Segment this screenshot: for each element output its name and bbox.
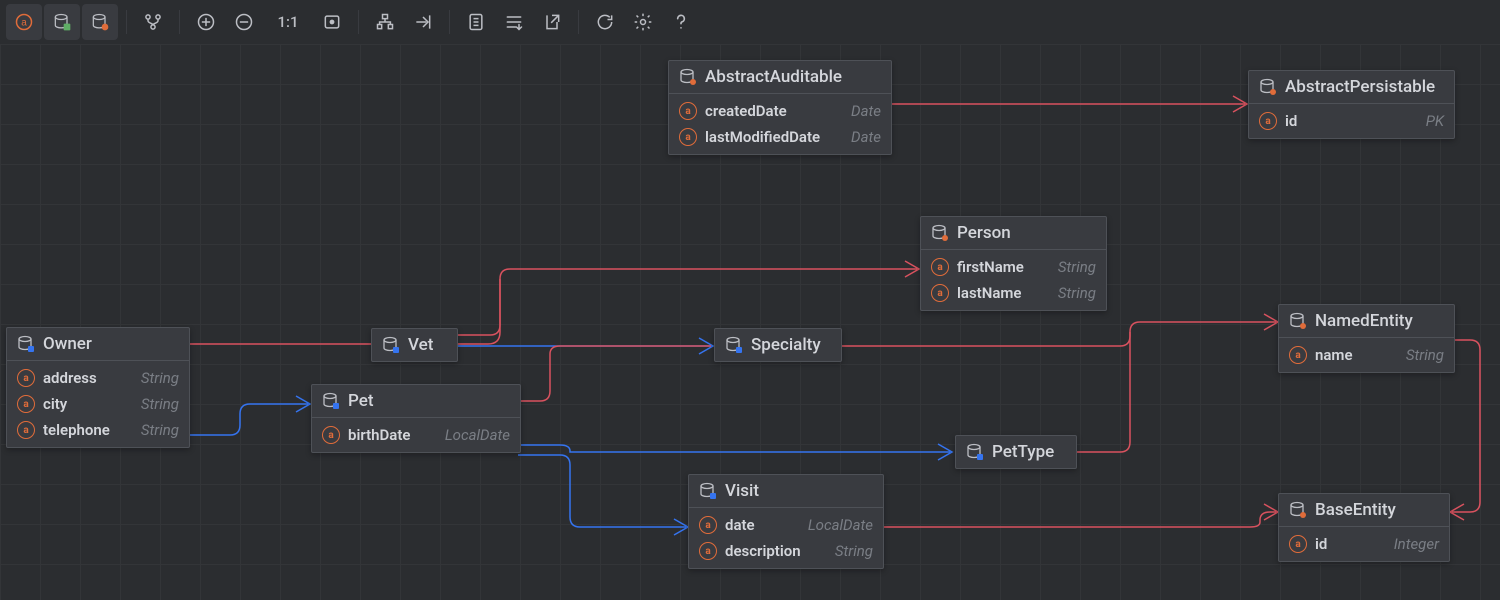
attr-row: adateLocalDate: [689, 512, 883, 538]
zoom-in-icon[interactable]: [188, 4, 224, 40]
node-named-entity[interactable]: NamedEntity anameString: [1278, 304, 1455, 373]
refresh-icon[interactable]: [587, 4, 623, 40]
node-header: Owner: [7, 328, 189, 361]
class-icon: [1289, 501, 1307, 519]
attr-row: abirthDateLocalDate: [312, 422, 520, 448]
class-icon: [1289, 312, 1307, 330]
attr-row: alastNameString: [921, 280, 1106, 306]
node-title: Person: [957, 223, 1011, 243]
fit-screen-icon[interactable]: [314, 4, 350, 40]
class-icon: [966, 443, 984, 461]
list-icon[interactable]: [496, 4, 532, 40]
layout-icon[interactable]: [367, 4, 403, 40]
key-attr-icon: a: [1289, 535, 1307, 553]
node-abstract-auditable[interactable]: AbstractAuditable acreatedDateDate alast…: [668, 60, 892, 155]
attr-icon: a: [699, 516, 717, 534]
diagram-canvas[interactable]: AbstractAuditable acreatedDateDate alast…: [0, 44, 1500, 600]
node-header: Person: [921, 217, 1106, 250]
class-icon: [679, 68, 697, 86]
node-header: AbstractPersistable: [1249, 71, 1454, 104]
node-vet[interactable]: Vet: [371, 328, 458, 362]
zoom-reset-button[interactable]: 1:1: [264, 4, 312, 40]
node-person[interactable]: Person afirstNameString alastNameString: [920, 216, 1107, 311]
node-header: Visit: [689, 475, 883, 508]
route-icon[interactable]: [405, 4, 441, 40]
separator: [179, 10, 180, 34]
toolbar: a 1:1: [0, 0, 1500, 45]
attr-icon: a: [17, 421, 35, 439]
attr-icon: a: [699, 542, 717, 560]
node-title: AbstractPersistable: [1285, 77, 1435, 97]
class-icon: [699, 482, 717, 500]
attr-icon: a: [17, 395, 35, 413]
separator: [578, 10, 579, 34]
attr-icon: a: [679, 128, 697, 146]
key-attr-icon: a: [1259, 112, 1277, 130]
node-title: NamedEntity: [1315, 311, 1413, 331]
class-icon: [1259, 78, 1277, 96]
export-icon[interactable]: [534, 4, 570, 40]
node-header: Vet: [372, 329, 457, 361]
node-title: Pet: [348, 391, 374, 411]
class-icon: [725, 336, 743, 354]
help-icon[interactable]: [663, 4, 699, 40]
separator: [358, 10, 359, 34]
attr-icon: a: [679, 102, 697, 120]
separator: [449, 10, 450, 34]
node-abstract-persistable[interactable]: AbstractPersistable aidPK: [1248, 70, 1455, 139]
node-title: Visit: [725, 481, 759, 501]
class-icon: [17, 335, 35, 353]
toolbar-a-icon[interactable]: a: [6, 4, 42, 40]
toolbar-db-green-icon[interactable]: [44, 4, 80, 40]
svg-text:a: a: [21, 17, 27, 28]
attr-row: aidInteger: [1279, 531, 1449, 557]
node-base-entity[interactable]: BaseEntity aidInteger: [1278, 493, 1450, 562]
node-header: BaseEntity: [1279, 494, 1449, 527]
node-header: Specialty: [715, 329, 841, 361]
attr-row: anameString: [1279, 342, 1454, 368]
attr-row: acityString: [7, 391, 189, 417]
node-title: BaseEntity: [1315, 500, 1396, 520]
class-icon: [322, 392, 340, 410]
node-pet[interactable]: Pet abirthDateLocalDate: [311, 384, 521, 453]
attr-icon: a: [17, 369, 35, 387]
node-pet-type[interactable]: PetType: [955, 435, 1077, 469]
separator: [126, 10, 127, 34]
attr-row: aaddressString: [7, 365, 189, 391]
node-header: Pet: [312, 385, 520, 418]
node-title: PetType: [992, 442, 1054, 462]
attr-icon: a: [1289, 346, 1307, 364]
node-header: NamedEntity: [1279, 305, 1454, 338]
node-title: AbstractAuditable: [705, 67, 842, 87]
attr-row: adescriptionString: [689, 538, 883, 564]
node-visit[interactable]: Visit adateLocalDate adescriptionString: [688, 474, 884, 569]
zoom-out-icon[interactable]: [226, 4, 262, 40]
node-owner[interactable]: Owner aaddressString acityString ateleph…: [6, 327, 190, 448]
attr-row: atelephoneString: [7, 417, 189, 443]
document-icon[interactable]: [458, 4, 494, 40]
attr-row: alastModifiedDateDate: [669, 124, 891, 150]
node-header: PetType: [956, 436, 1076, 468]
node-header: AbstractAuditable: [669, 61, 891, 94]
attr-icon: a: [931, 258, 949, 276]
branch-icon[interactable]: [135, 4, 171, 40]
attr-row: acreatedDateDate: [669, 98, 891, 124]
attr-row: afirstNameString: [921, 254, 1106, 280]
node-specialty[interactable]: Specialty: [714, 328, 842, 362]
class-icon: [931, 224, 949, 242]
attr-icon: a: [322, 426, 340, 444]
node-title: Vet: [408, 335, 433, 355]
toolbar-db-orange-icon[interactable]: [82, 4, 118, 40]
attr-row: aidPK: [1249, 108, 1454, 134]
node-title: Specialty: [751, 335, 821, 355]
class-icon: [382, 336, 400, 354]
node-title: Owner: [43, 334, 92, 354]
settings-icon[interactable]: [625, 4, 661, 40]
attr-icon: a: [931, 284, 949, 302]
